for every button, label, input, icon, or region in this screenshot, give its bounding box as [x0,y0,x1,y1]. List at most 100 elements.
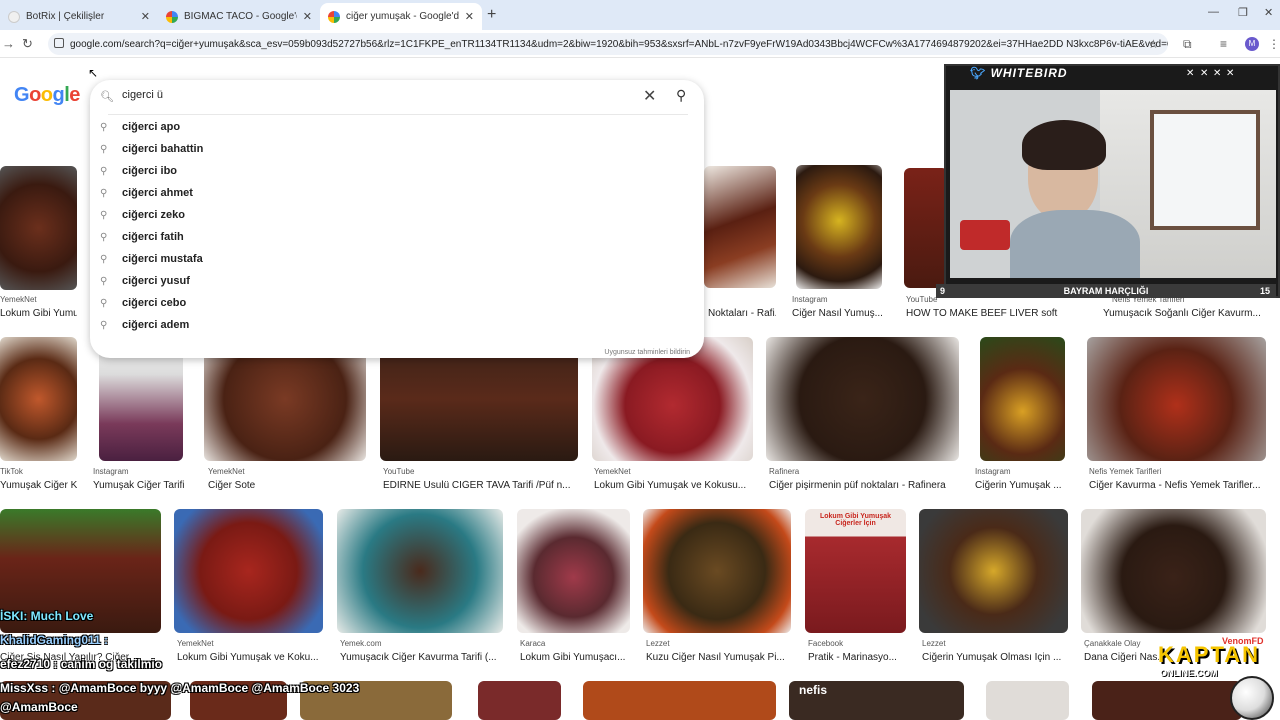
result-image[interactable] [0,337,77,461]
result-title[interactable]: Lokum Gibi Yumuşak... [0,308,77,319]
tab-bigmac[interactable]: BİGMAC TACO - Google'da Ara ✕ [158,3,320,30]
bookmark-star-icon[interactable]: ☆ [1148,37,1159,51]
result-image[interactable] [583,681,776,720]
suggestion-item[interactable]: ⚲ ciğerci apo [90,116,704,138]
result-image[interactable] [704,166,776,288]
suggestion-item[interactable]: ⚲ ciğerci bahattin [90,138,704,160]
result-title[interactable]: Dana Ciğeri Nas... [1084,652,1159,663]
result-image[interactable] [517,509,630,633]
result-image[interactable] [766,337,959,461]
result-source: YemekNet [594,467,631,476]
window-frame [1150,110,1260,230]
tab-search-icon[interactable]: ≡ [1220,37,1227,51]
result-image[interactable] [986,681,1069,720]
result-image[interactable] [478,681,561,720]
result-title[interactable]: EDİRNE Usulü CİĞER TAVA Tarifi /Püf n... [383,480,583,491]
result-image[interactable]: Lokum Gibi Yumuşak Ciğerler İçin [805,509,906,633]
close-icon[interactable]: ✕ [141,10,150,23]
search-button-icon[interactable]: ⚲ [676,87,686,104]
stream-banner: 9 BAYRAM HARÇLIĞI 15 [936,284,1276,298]
result-title[interactable]: Ciğer Nasıl Yumuş... [792,308,892,319]
sweater [1010,210,1140,278]
result-title[interactable]: HOW TO MAKE BEEF LIVER soft [906,308,1086,319]
google-logo[interactable]: Google [14,84,80,107]
close-icon[interactable]: ✕ [303,10,312,23]
search-icon: ⚲ [100,143,108,155]
result-title[interactable]: Yumuşacık Ciğer Kavurma Tarifi (... [340,652,500,663]
result-image[interactable] [337,509,503,633]
suggestion-item[interactable]: ⚲ ciğerci fatih [90,226,704,248]
result-title[interactable]: Lokum Gibi Yumuşacı... [520,652,630,663]
close-icon: ✕ [1213,68,1222,79]
result-title[interactable]: Ciğer Kavurma - Nefis Yemek Tarifler... [1089,480,1264,491]
tab-ciger[interactable]: ciğer yumuşak - Google'da Ara ✕ [320,3,482,30]
report-predictions-link[interactable]: Uygunsuz tahminleri bildirin [604,349,690,356]
close-icon[interactable]: ✕ [465,10,474,23]
result-image[interactable] [919,509,1068,633]
result-title[interactable]: Pratik - Marinasyo... [808,652,908,663]
result-source: Nefis Yemek Tarifleri [1089,467,1162,476]
result-image[interactable] [1081,509,1266,633]
result-title[interactable]: Ciğer Sote [208,480,358,491]
result-title[interactable]: Yumuşacık Soğanlı Ciğer Kavurm... [1103,308,1278,319]
suggestion-item[interactable]: ⚲ ciğerci ahmet [90,182,704,204]
result-title[interactable]: Ciğerin Yumuşak Olması İçin ... [922,652,1067,663]
result-title[interactable]: Lokum Gibi Yumuşak ve Kokusu... [594,480,754,491]
address-bar[interactable]: google.com/search?q=ciğer+yumuşak&sca_es… [48,33,1168,55]
result-image[interactable] [0,166,77,290]
result-image[interactable] [904,168,948,288]
tab-botrix[interactable]: BotRix | Çekilişler ✕ [0,3,158,30]
result-source: Lezzet [646,639,670,648]
search-icon: ⚲ [100,187,108,199]
reload-icon[interactable]: ↻ [22,36,33,52]
result-title[interactable]: Noktaları - Rafi... [708,308,776,319]
webcam-scene [950,90,1276,278]
extensions-icon[interactable]: ⧉ [1183,37,1192,52]
result-image[interactable] [1092,681,1242,720]
result-image[interactable] [980,337,1065,461]
result-source: Çanakkale Olay [1084,639,1141,648]
result-title[interactable]: Yumuşak Ciğer Ka... [0,480,77,491]
suggestion-item[interactable]: ⚲ ciğerci mustafa [90,248,704,270]
suggestion-item[interactable]: ⚲ ciğerci adem [90,314,704,336]
search-suggestions-panel: 🔍︎ cigerci ü ✕ ⚲ ⚲ ciğerci apo ⚲ ciğerci b… [90,80,704,358]
suggestion-item[interactable]: ⚲ ciğerci ibo [90,160,704,182]
result-image[interactable] [1087,337,1266,461]
clear-icon[interactable]: ✕ [643,86,656,106]
result-source: TikTok [0,467,23,476]
chat-message: KhalidGaming011 : [0,633,109,647]
result-image[interactable] [174,509,323,633]
forward-icon[interactable]: → [2,36,15,51]
result-image[interactable] [796,165,882,289]
result-title[interactable]: Kuzu Ciğer Nasıl Yumuşak Pi... [646,652,791,663]
chat-message: İSKI: Much Love [0,609,94,623]
suggestion-item[interactable]: ⚲ ciğerci cebo [90,292,704,314]
result-source: YemekNet [0,295,37,304]
result-image[interactable] [643,509,791,633]
minimize-icon[interactable]: — [1208,6,1219,18]
menu-icon[interactable]: ⋮ [1268,37,1280,51]
brand-subtitle: ONLINE.COM [1160,668,1218,678]
result-title[interactable]: Ciğer pişirmenin püf noktaları - Rafiner… [769,480,959,491]
maximize-icon[interactable]: ❐ [1238,6,1248,19]
search-icon: ⚲ [100,231,108,243]
search-input[interactable]: cigerci ü [122,89,163,101]
site-icon [8,10,20,23]
result-title[interactable]: Lokum Gibi Yumuşak ve Koku... [177,652,327,663]
chat-message: MissXss : @AmamBoce byyy @AmamBoce @Amam… [0,681,360,695]
site-info-icon[interactable] [54,38,64,48]
url-text: google.com/search?q=ciğer+yumuşak&sca_es… [70,38,1168,50]
search-icon: ⚲ [100,165,108,177]
suggestion-item[interactable]: ⚲ ciğerci zeko [90,204,704,226]
result-image[interactable]: nefis [789,681,964,720]
close-window-icon[interactable]: ✕ [1264,6,1273,19]
suggestion-item[interactable]: ⚲ ciğerci yusuf [90,270,704,292]
new-tab-button[interactable]: + [487,6,496,24]
result-title[interactable]: Ciğerin Yumuşak ... [975,480,1075,491]
chat-message: @AmamBoce [0,700,78,714]
result-title[interactable]: Yumuşak Ciğer Tarifi [93,480,193,491]
profile-avatar[interactable]: M [1245,37,1259,51]
image-label: nefis [799,683,828,697]
result-source: YouTube [383,467,415,476]
browser-toolbar: → ↻ google.com/search?q=ciğer+yumuşak&sc… [0,30,1280,58]
